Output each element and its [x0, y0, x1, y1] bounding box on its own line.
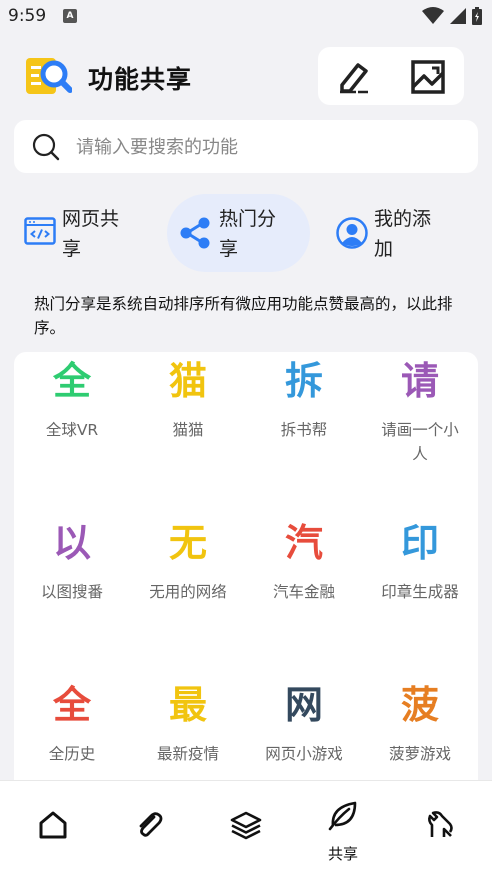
tab-label: 网页共享 [62, 208, 120, 260]
item-glyph: 汽 [284, 521, 323, 565]
battery-icon [472, 7, 482, 25]
tab-label: 我的添加 [374, 208, 432, 260]
item-glyph: 以 [52, 521, 91, 565]
edit-icon [340, 63, 368, 94]
status-time: 9:59 [8, 6, 47, 26]
item-label: 最新疫情 [156, 745, 219, 763]
status-bar: 9:59 A [0, 0, 492, 34]
grid-item[interactable]: 以以图搜番 [14, 514, 130, 664]
grid-item[interactable]: 全全历史 [14, 676, 130, 780]
grid-item[interactable]: 请请画一个小人 [362, 352, 478, 502]
item-glyph: 请 [400, 359, 439, 403]
item-glyph: 猫 [168, 359, 207, 403]
grid-item[interactable]: 菠菠萝游戏 [362, 676, 478, 780]
bottom-nav: 共享 [0, 780, 492, 874]
grid-item[interactable]: 最最新疫情 [130, 676, 246, 780]
nav-home[interactable] [4, 781, 102, 874]
item-label: 印章生成器 [381, 583, 459, 601]
tab-hot-share[interactable]: 热门分享 [167, 194, 310, 272]
grid-item[interactable]: 汽汽车金融 [246, 514, 362, 664]
item-label: 以图搜番 [40, 583, 103, 601]
wifi-icon [422, 7, 444, 24]
nav-label: 共享 [327, 845, 358, 863]
font-a-icon: A [63, 9, 77, 23]
item-label: 菠萝游戏 [388, 745, 451, 763]
nav-layers[interactable] [197, 781, 295, 874]
tools-icon [428, 811, 453, 837]
item-glyph: 最 [168, 683, 207, 727]
grid-item[interactable]: 印印章生成器 [362, 514, 478, 664]
item-glyph: 全 [52, 359, 91, 403]
grid-item[interactable]: 全全球VR [14, 352, 130, 502]
item-label: 全球VR [45, 421, 99, 439]
search-icon [32, 133, 60, 161]
item-label: 汽车金融 [272, 583, 335, 601]
tab-label: 热门分享 [219, 208, 277, 260]
item-label: 拆书帮 [280, 421, 328, 439]
search-bar[interactable] [14, 120, 478, 173]
header-actions [318, 47, 464, 105]
item-label: 网页小游戏 [265, 745, 343, 763]
item-label: 全历史 [48, 745, 96, 763]
item-glyph: 印 [400, 521, 439, 565]
grid-item[interactable]: 网网页小游戏 [246, 676, 362, 780]
item-label: 请画一个小人 [381, 421, 459, 463]
item-label: 猫猫 [172, 421, 204, 439]
paperclip-icon [139, 812, 163, 837]
page-title: 功能共享 [88, 65, 193, 94]
signal-icon [450, 8, 466, 24]
share-icon [180, 217, 210, 249]
search-input[interactable] [76, 132, 456, 162]
item-glyph: 无 [168, 521, 207, 565]
status-icons [422, 7, 482, 25]
home-icon [39, 811, 67, 839]
item-label: 无用的网络 [149, 583, 227, 601]
tab-my-added[interactable]: 我的添加 [322, 194, 478, 272]
grid-item[interactable]: 猫猫猫 [130, 352, 246, 502]
tab-web-share[interactable]: 网页共享 [14, 194, 164, 272]
app-logo [26, 56, 73, 96]
nav-tools[interactable] [391, 781, 489, 874]
nav-share[interactable]: 共享 [294, 781, 392, 874]
leaf-icon [328, 801, 357, 831]
image-button[interactable] [408, 57, 448, 97]
web-code-icon [24, 217, 56, 245]
user-icon [336, 217, 368, 249]
grid-item[interactable]: 拆拆书帮 [246, 352, 362, 502]
item-glyph: 菠 [400, 683, 439, 727]
nav-attachments[interactable] [101, 781, 199, 874]
grid-item[interactable]: 无无用的网络 [130, 514, 246, 664]
section-description: 热门分享是系统自动排序所有微应用功能点赞最高的，以此排序。 [34, 295, 453, 337]
edit-button[interactable] [334, 57, 374, 97]
item-glyph: 拆 [284, 359, 323, 403]
item-glyph: 全 [52, 683, 91, 727]
image-icon [411, 60, 445, 94]
layers-icon [230, 811, 262, 840]
function-grid: 全全球VR 猫猫猫 拆拆书帮 请请画一个小人 以以图搜番 无无用的网络 汽汽车金… [14, 352, 478, 780]
item-glyph: 网 [284, 683, 323, 727]
